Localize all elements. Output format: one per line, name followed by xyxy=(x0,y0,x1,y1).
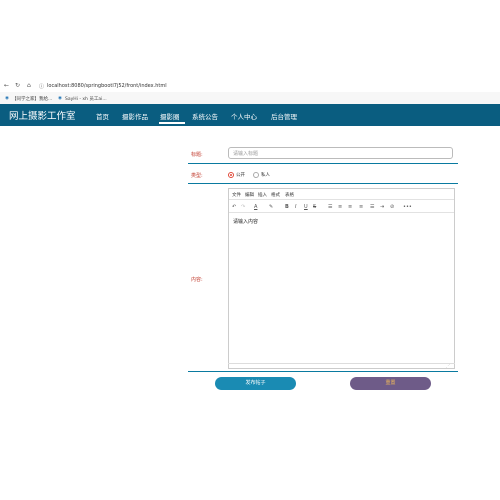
list-icon[interactable]: ☰ xyxy=(370,204,374,210)
align-center-icon[interactable]: ≡ xyxy=(348,204,352,210)
radio-dot xyxy=(230,174,232,176)
bookmark-item-2[interactable]: SayHi - xh 员工ai... xyxy=(65,96,107,102)
title-label: 标题: xyxy=(191,152,203,158)
editor-menu-file[interactable]: 文件 xyxy=(232,192,241,198)
editor-menu-insert[interactable]: 插入 xyxy=(258,192,267,198)
radio-private[interactable] xyxy=(253,172,259,178)
nav-item-notices[interactable]: 系统公告 xyxy=(192,111,218,121)
radio-public-label[interactable]: 公开 xyxy=(236,172,245,178)
editor-toolbar-divider xyxy=(229,212,454,213)
text-color-icon[interactable]: A xyxy=(254,204,257,210)
nav-item-circle[interactable]: 摄影圈 xyxy=(160,111,180,121)
title-input[interactable]: 请输入标题 xyxy=(228,147,453,159)
url-text[interactable]: localhost:8080/springbootl7j52/front/ind… xyxy=(47,83,167,89)
back-icon[interactable]: ← xyxy=(4,82,9,89)
divider xyxy=(188,183,458,184)
align-left-icon[interactable]: ≡ xyxy=(338,204,342,210)
editor-menu-edit[interactable]: 编辑 xyxy=(245,192,254,198)
bookmark-icon: ◉ xyxy=(58,96,62,101)
content-label: 内容: xyxy=(191,277,203,283)
clear-format-icon[interactable]: ⊘ xyxy=(390,204,394,210)
info-icon[interactable]: ⓘ xyxy=(39,83,44,90)
editor-placeholder[interactable]: 请输入内容 xyxy=(233,218,258,225)
bookmark-icon: ◉ xyxy=(5,96,9,101)
redo-icon[interactable]: ↷ xyxy=(241,204,245,210)
align-right-icon[interactable]: ≡ xyxy=(359,204,363,210)
nav-item-home[interactable]: 首页 xyxy=(96,111,109,121)
divider xyxy=(188,371,458,372)
editor-menu-divider xyxy=(229,199,454,200)
undo-icon[interactable]: ↶ xyxy=(232,204,236,210)
more-icon[interactable]: ••• xyxy=(403,204,412,210)
editor-menu-format[interactable]: 格式 xyxy=(271,192,280,198)
type-label: 类型: xyxy=(191,173,203,179)
reload-icon[interactable]: ↻ xyxy=(15,82,20,89)
editor-statusbar xyxy=(228,363,455,369)
nav-item-admin[interactable]: 后台管理 xyxy=(271,111,297,121)
reset-button[interactable]: 重置 xyxy=(350,377,431,390)
nav-active-indicator xyxy=(159,122,185,124)
editor-menu-table[interactable]: 表格 xyxy=(285,192,294,198)
strikethrough-icon[interactable]: S xyxy=(313,204,316,210)
submit-button[interactable]: 发布帖子 xyxy=(215,377,296,390)
home-icon[interactable]: ⌂ xyxy=(27,82,31,89)
nav-item-profile[interactable]: 个人中心 xyxy=(231,111,257,121)
bookmark-item-1[interactable]: 【同学之家】我给... xyxy=(12,96,52,102)
radio-public[interactable] xyxy=(228,172,234,178)
underline-icon[interactable]: U xyxy=(304,204,308,210)
align-justify-icon[interactable]: ☰ xyxy=(328,204,332,210)
indent-icon[interactable]: ⇥ xyxy=(380,204,384,210)
site-brand[interactable]: 网上摄影工作室 xyxy=(9,108,76,122)
rich-text-editor[interactable] xyxy=(228,188,455,369)
nav-item-works[interactable]: 摄影作品 xyxy=(122,111,148,121)
bold-icon[interactable]: B xyxy=(285,204,289,210)
resize-handle-icon[interactable]: ⋰ xyxy=(446,363,450,368)
radio-private-label[interactable]: 私人 xyxy=(261,172,270,178)
divider xyxy=(188,163,458,164)
highlight-icon[interactable]: ✎ xyxy=(269,204,273,210)
italic-icon[interactable]: I xyxy=(295,204,296,210)
